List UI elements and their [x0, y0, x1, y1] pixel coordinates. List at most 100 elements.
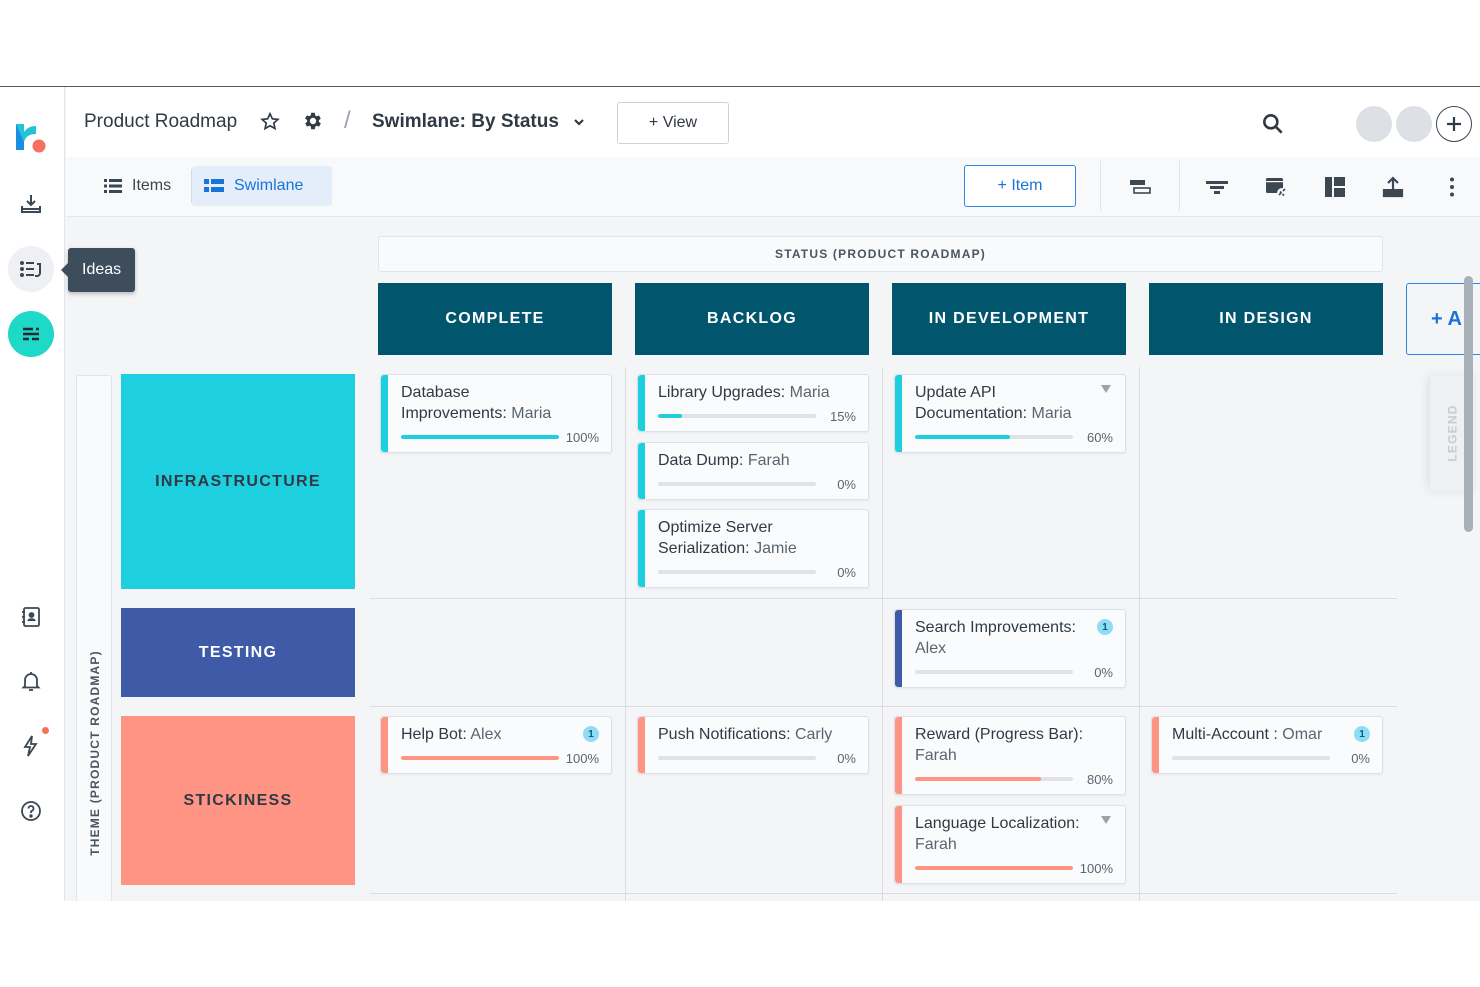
card-name: Reward (Progress Bar): [915, 726, 1084, 743]
search-icon[interactable] [1260, 111, 1286, 137]
roadmap-card[interactable]: Push Notifications: Carly 0% [637, 716, 869, 774]
roadmap-card[interactable]: Data Dump: Farah 0% [637, 442, 869, 500]
column-header-backlog[interactable]: BACKLOG [635, 283, 869, 355]
progress-percent: 15% [829, 408, 856, 424]
card-progress: 100% [401, 749, 599, 767]
progress-bar [915, 777, 1073, 781]
roadmap-card[interactable]: Update API Documentation: Maria 60% [894, 374, 1126, 453]
progress-bar-fill [915, 777, 1042, 781]
card-owner: Farah [915, 747, 957, 764]
legend-label: LEGEND [1446, 404, 1460, 462]
roadmap-card[interactable]: Reward (Progress Bar): Farah 80% [894, 716, 1126, 795]
view-selector[interactable]: Swimlane: By Status [372, 111, 559, 133]
progress-bar [658, 570, 816, 574]
vertical-scrollbar[interactable] [1464, 276, 1473, 532]
contacts-icon[interactable] [8, 594, 54, 640]
add-view-button[interactable]: + View [617, 102, 729, 144]
card-progress: 0% [1172, 749, 1370, 767]
column-header-in-design[interactable]: IN DESIGN [1149, 283, 1383, 355]
comment-count-badge[interactable]: 1 [1097, 619, 1113, 635]
card-title: Library Upgrades: Maria [658, 382, 856, 403]
progress-bar-fill [401, 756, 559, 760]
comment-count-badge[interactable]: 1 [583, 726, 599, 742]
card-name: Multi-Account : [1172, 726, 1278, 743]
roadmap-card[interactable]: Help Bot: Alex 100% 1 [380, 716, 612, 774]
roadmap-title[interactable]: Product Roadmap [84, 111, 237, 133]
card-title: Database Improvements: Maria [401, 382, 599, 424]
card-progress: 0% [658, 749, 856, 767]
progress-percent: 0% [1351, 750, 1370, 766]
layout-icon[interactable] [1323, 175, 1347, 199]
tab-swimlane-label: Swimlane [234, 177, 304, 194]
card-title: Update API Documentation: Maria [915, 382, 1113, 424]
card-owner: Alex [470, 726, 502, 743]
ideas-icon[interactable] [8, 246, 54, 292]
chevron-down-icon[interactable] [571, 114, 587, 130]
help-icon[interactable] [8, 788, 54, 834]
column-divider [625, 367, 626, 901]
theme-axis-label: THEME (PRODUCT ROADMAP) [88, 650, 102, 856]
roadmap-card[interactable]: Optimize Server Serialization: Jamie 0% [637, 509, 869, 588]
swimlane-grid-icon [204, 179, 224, 192]
progress-bar [658, 482, 816, 486]
star-icon[interactable] [259, 111, 281, 133]
expand-caret-icon[interactable] [1101, 385, 1111, 393]
add-member-button[interactable] [1436, 106, 1472, 142]
card-name: Search Improvements: [915, 619, 1076, 636]
avatar[interactable] [1396, 106, 1432, 142]
tab-items[interactable]: Items [92, 166, 183, 206]
linked-view-icon[interactable] [1264, 175, 1288, 199]
progress-percent: 80% [1086, 771, 1113, 787]
app-logo-icon[interactable] [14, 120, 48, 154]
expand-caret-icon[interactable] [1101, 816, 1111, 824]
card-title: Search Improvements: Alex [915, 617, 1113, 659]
roadmap-card[interactable]: Language Localization: Farah 100% [894, 805, 1126, 884]
card-progress: 80% [915, 770, 1113, 788]
add-item-button[interactable]: + Item [964, 165, 1076, 207]
notification-dot [42, 727, 49, 734]
column-header-in-development[interactable]: IN DEVELOPMENT [892, 283, 1126, 355]
progress-percent: 0% [1094, 664, 1113, 680]
app-window: Ideas Product Roadmap / Swimlane: By Sta… [0, 86, 1480, 901]
avatar[interactable] [1356, 106, 1392, 142]
progress-bar-fill [915, 435, 1010, 439]
roadmap-card[interactable]: Search Improvements: Alex 0% 1 [894, 609, 1126, 688]
card-owner: Farah [915, 836, 957, 853]
timeline-bars-icon[interactable] [1128, 175, 1152, 199]
progress-percent: 0% [837, 564, 856, 580]
filter-icon[interactable] [1205, 175, 1229, 199]
card-progress: 0% [658, 563, 856, 581]
import-icon[interactable] [8, 181, 54, 227]
progress-percent: 60% [1086, 429, 1113, 445]
column-header-complete[interactable]: COMPLETE [378, 283, 612, 355]
lane-header-infrastructure[interactable]: INFRASTRUCTURE [121, 374, 355, 589]
roadmap-icon[interactable] [8, 311, 54, 357]
progress-bar-fill [658, 414, 682, 418]
card-color-stripe [895, 806, 902, 883]
more-options-icon[interactable] [1440, 175, 1464, 199]
card-title: Help Bot: Alex [401, 724, 599, 745]
card-color-stripe [895, 375, 902, 452]
progress-bar [401, 756, 559, 760]
left-rail [0, 87, 65, 901]
roadmap-card[interactable]: Database Improvements: Maria 100% [380, 374, 612, 453]
gear-icon[interactable] [302, 110, 324, 132]
tab-swimlane[interactable]: Swimlane [192, 166, 332, 206]
card-color-stripe [638, 717, 645, 773]
roadmap-card[interactable]: Library Upgrades: Maria 15% [637, 374, 869, 432]
notifications-bell-icon[interactable] [8, 658, 54, 704]
roadmap-card[interactable]: Multi-Account : Omar 0% 1 [1151, 716, 1383, 774]
card-name: Update API Documentation: [915, 384, 1028, 422]
progress-bar [915, 435, 1073, 439]
status-axis-header: STATUS (PRODUCT ROADMAP) [378, 236, 1383, 272]
lane-header-testing[interactable]: TESTING [121, 608, 355, 697]
comment-count-badge[interactable]: 1 [1354, 726, 1370, 742]
card-owner: Maria [1031, 405, 1072, 422]
tab-items-label: Items [132, 177, 172, 194]
lane-header-stickiness[interactable]: STICKINESS [121, 716, 355, 885]
progress-percent: 100% [1079, 860, 1113, 876]
card-title: Multi-Account : Omar [1172, 724, 1370, 745]
export-icon[interactable] [1381, 175, 1405, 199]
toolbar-divider [1100, 161, 1101, 211]
progress-bar [915, 670, 1073, 674]
